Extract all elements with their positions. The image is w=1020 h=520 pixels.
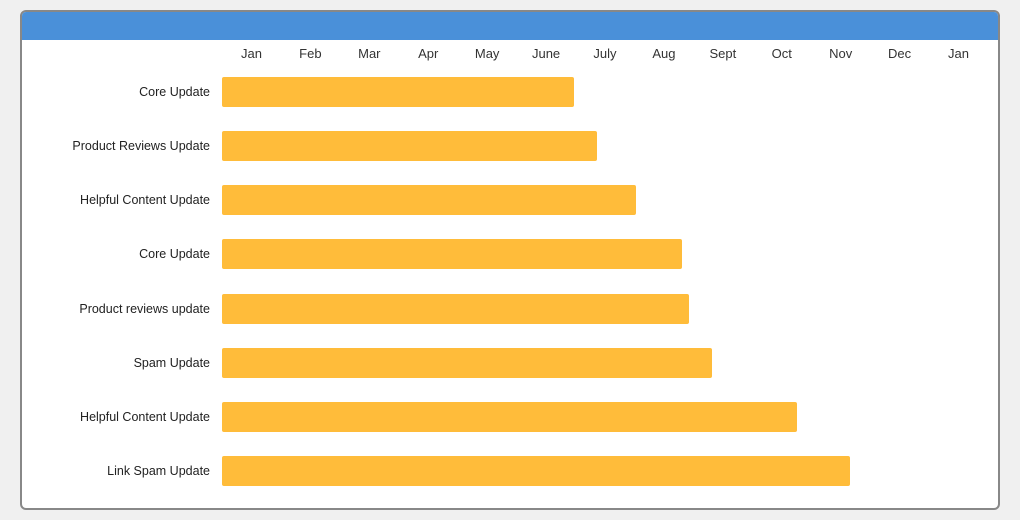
bars-section: Core Update Product Reviews Update Helpful… bbox=[32, 65, 988, 498]
month-label: July bbox=[576, 46, 635, 61]
bar bbox=[222, 185, 636, 215]
bar-label: Product Reviews Update bbox=[32, 139, 222, 153]
bar bbox=[222, 456, 850, 486]
bar-row: Product reviews update bbox=[32, 291, 988, 327]
month-label: Aug bbox=[634, 46, 693, 61]
bar-label: Core Update bbox=[32, 85, 222, 99]
bar-area bbox=[222, 456, 988, 486]
month-label: June bbox=[517, 46, 576, 61]
bar-row: Core Update bbox=[32, 74, 988, 110]
bar-label: Product reviews update bbox=[32, 302, 222, 316]
month-label: Feb bbox=[281, 46, 340, 61]
bar bbox=[222, 77, 574, 107]
axis-row: JanFebMarAprMayJuneJulyAugSeptOctNovDecJ… bbox=[32, 46, 988, 61]
month-label: Sept bbox=[693, 46, 752, 61]
month-label: Apr bbox=[399, 46, 458, 61]
bar-row: Helpful Content Update bbox=[32, 399, 988, 435]
bar-label: Helpful Content Update bbox=[32, 193, 222, 207]
month-label: Jan bbox=[929, 46, 988, 61]
bar-area bbox=[222, 131, 988, 161]
chart-body: JanFebMarAprMayJuneJulyAugSeptOctNovDecJ… bbox=[22, 40, 998, 508]
bar-label: Helpful Content Update bbox=[32, 410, 222, 424]
month-label: Mar bbox=[340, 46, 399, 61]
bar-row: Link Spam Update bbox=[32, 453, 988, 489]
bar bbox=[222, 131, 597, 161]
bar-row: Spam Update bbox=[32, 345, 988, 381]
bar-area bbox=[222, 77, 988, 107]
bar-label: Link Spam Update bbox=[32, 464, 222, 478]
bar-area bbox=[222, 185, 988, 215]
axis-months: JanFebMarAprMayJuneJulyAugSeptOctNovDecJ… bbox=[222, 46, 988, 61]
bar-area bbox=[222, 402, 988, 432]
bar-row: Helpful Content Update bbox=[32, 182, 988, 218]
bar bbox=[222, 348, 712, 378]
month-label: Dec bbox=[870, 46, 929, 61]
bar-row: Core Update bbox=[32, 236, 988, 272]
month-label: Jan bbox=[222, 46, 281, 61]
bar bbox=[222, 402, 797, 432]
bar-label: Spam Update bbox=[32, 356, 222, 370]
bar-area bbox=[222, 348, 988, 378]
bar-area bbox=[222, 239, 988, 269]
chart-title bbox=[22, 12, 998, 40]
month-labels: JanFebMarAprMayJuneJulyAugSeptOctNovDecJ… bbox=[222, 46, 988, 61]
bar bbox=[222, 239, 682, 269]
bar-row: Product Reviews Update bbox=[32, 128, 988, 164]
month-label: Oct bbox=[752, 46, 811, 61]
bar-label: Core Update bbox=[32, 247, 222, 261]
month-label: Nov bbox=[811, 46, 870, 61]
chart-container: JanFebMarAprMayJuneJulyAugSeptOctNovDecJ… bbox=[20, 10, 1000, 510]
bar bbox=[222, 294, 689, 324]
month-label: May bbox=[458, 46, 517, 61]
bar-area bbox=[222, 294, 988, 324]
